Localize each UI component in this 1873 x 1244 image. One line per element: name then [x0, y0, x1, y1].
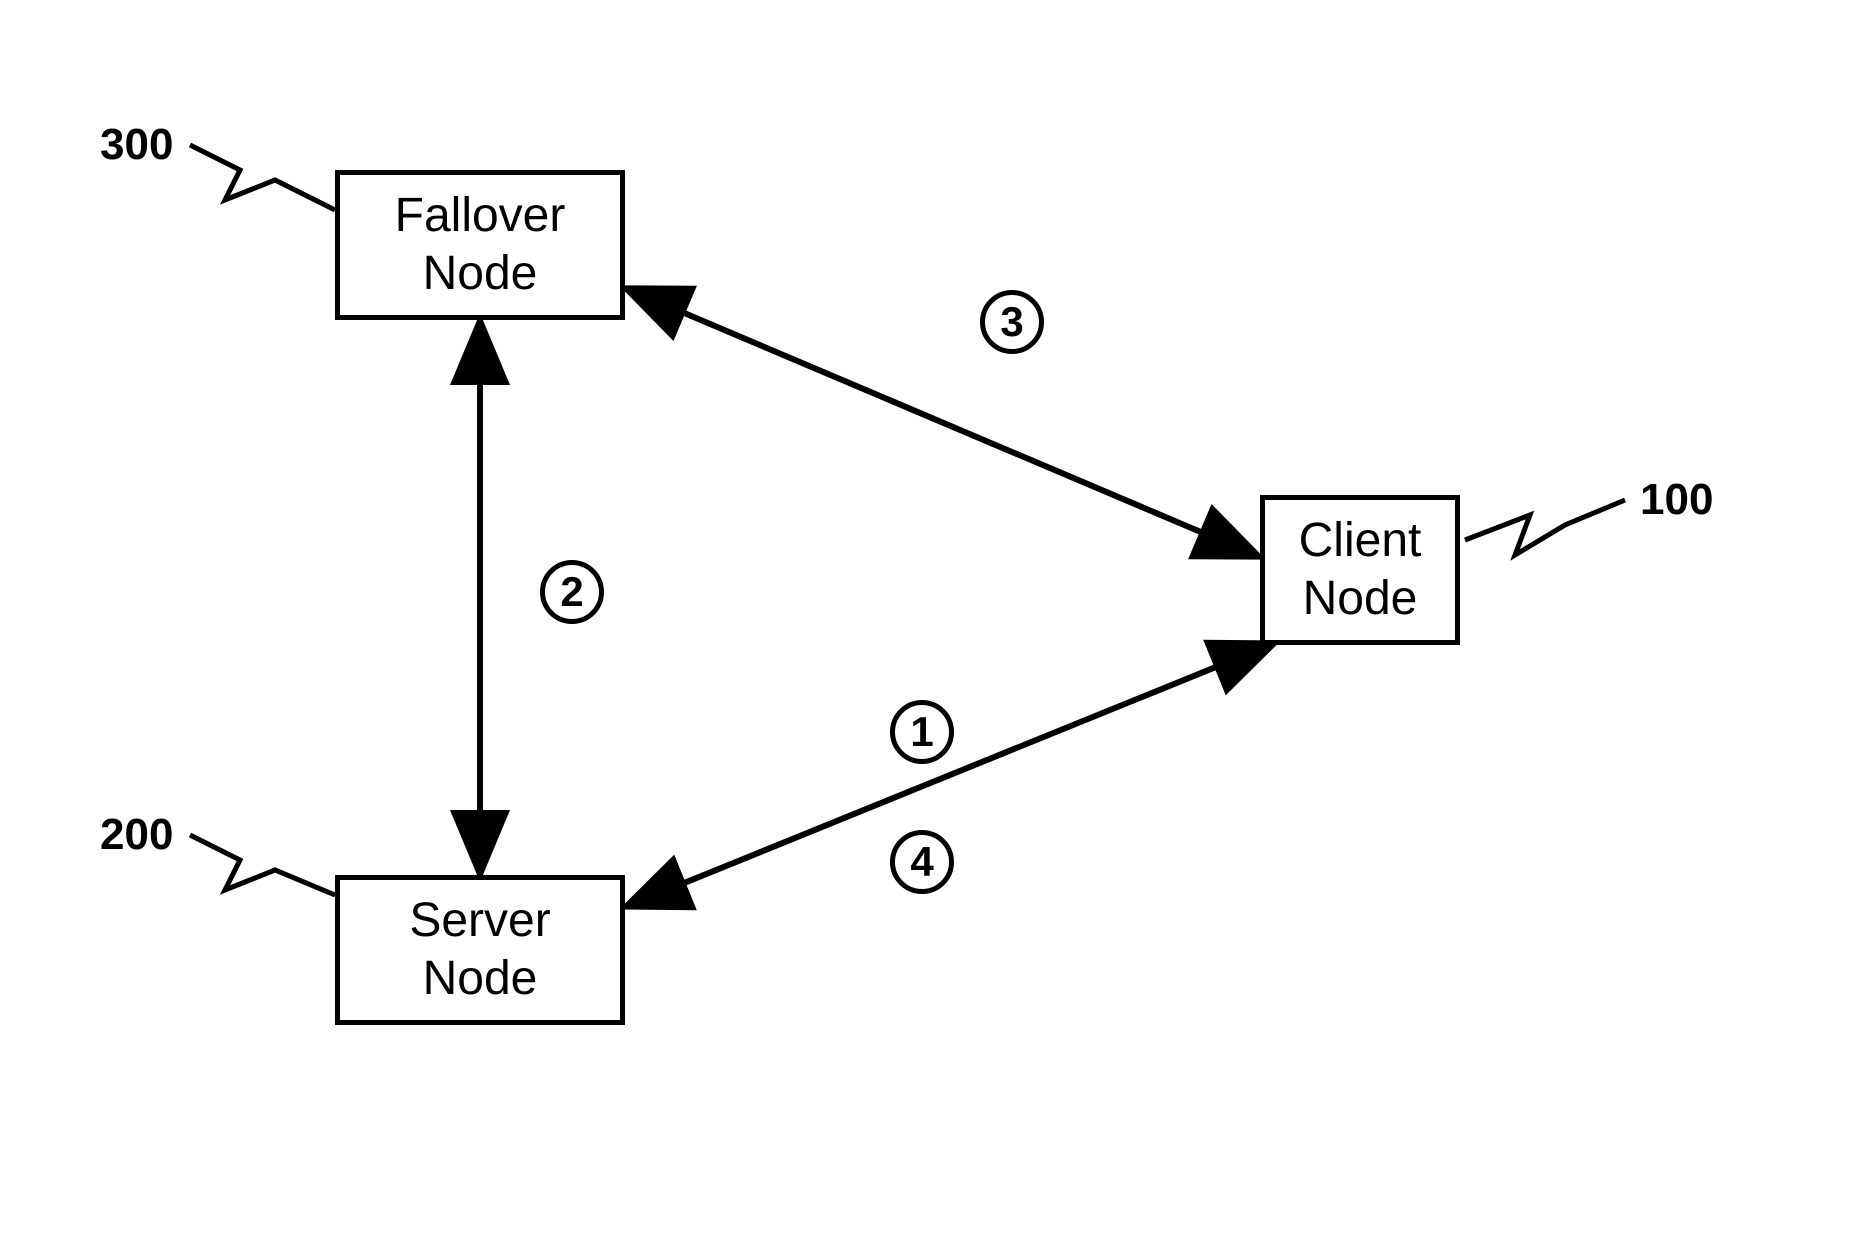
fallover-node-line1: Fallover [395, 187, 566, 245]
client-node-box: Client Node [1260, 495, 1460, 645]
edge-label-2: 2 [540, 560, 604, 624]
edge-label-4: 4 [890, 830, 954, 894]
fallover-node-line2: Node [423, 245, 538, 303]
server-ref-number: 200 [100, 810, 173, 860]
client-node-line2: Node [1303, 570, 1418, 628]
edge-label-3: 3 [980, 290, 1044, 354]
fallover-ref-number: 300 [100, 120, 173, 170]
edge-label-1: 1 [890, 700, 954, 764]
diagram-container: Fallover Node 300 Server Node 200 Client… [0, 0, 1873, 1244]
arrows-layer [0, 0, 1873, 1244]
server-node-line1: Server [409, 892, 550, 950]
client-ref-number: 100 [1640, 475, 1713, 525]
fallover-node-box: Fallover Node [335, 170, 625, 320]
server-node-box: Server Node [335, 875, 625, 1025]
server-node-line2: Node [423, 950, 538, 1008]
client-node-line1: Client [1299, 512, 1422, 570]
